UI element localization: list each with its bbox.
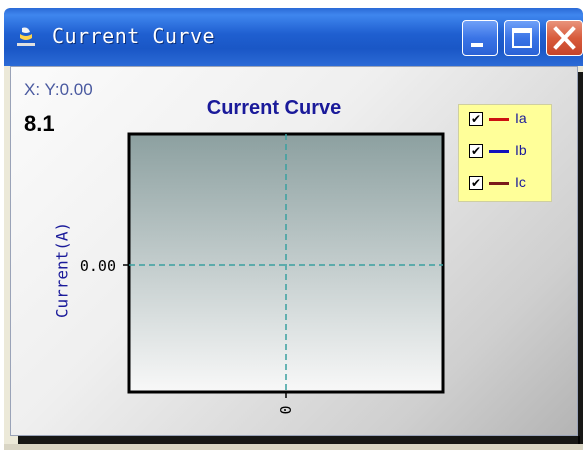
legend-item-ib[interactable]: ✔ Ib (467, 141, 547, 163)
checkbox-ia[interactable]: ✔ (469, 112, 483, 126)
legend-line-ib (489, 150, 509, 153)
chart-legend: ✔ Ia ✔ Ib ✔ Ic (458, 104, 552, 202)
legend-item-ic[interactable]: ✔ Ic (467, 173, 547, 195)
legend-label-ic: Ic (515, 174, 526, 190)
chart-canvas[interactable]: 0.00 0 (0, 0, 583, 450)
legend-line-ic (489, 182, 509, 185)
legend-label-ib: Ib (515, 142, 527, 158)
y-tick-label: 0.00 (80, 257, 116, 275)
legend-label-ia: Ia (515, 110, 527, 126)
plot-area[interactable] (127, 132, 445, 394)
x-tick-label: 0 (277, 405, 295, 414)
checkbox-ic[interactable]: ✔ (469, 176, 483, 190)
checkbox-ib[interactable]: ✔ (469, 144, 483, 158)
legend-line-ia (489, 118, 509, 121)
legend-item-ia[interactable]: ✔ Ia (467, 109, 547, 131)
